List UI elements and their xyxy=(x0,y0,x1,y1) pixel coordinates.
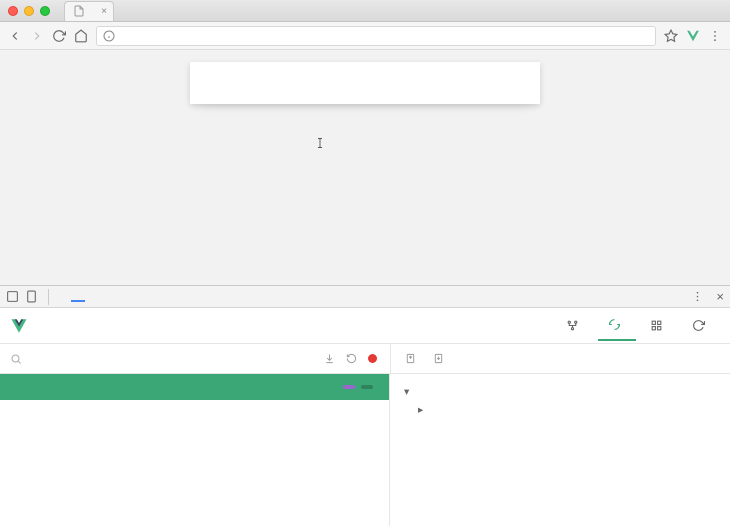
address-bar[interactable] xyxy=(96,26,656,46)
devtools-tabs: × xyxy=(0,286,730,308)
page-icon xyxy=(73,5,85,17)
close-tab-icon[interactable]: × xyxy=(101,6,107,17)
close-devtools-icon[interactable]: × xyxy=(716,289,724,304)
text-cursor-icon xyxy=(314,136,326,150)
commit-all-button[interactable] xyxy=(324,353,338,364)
mutations-list xyxy=(0,374,390,526)
components-icon xyxy=(566,319,579,332)
download-icon xyxy=(324,353,335,364)
devtools-tab-profiles[interactable] xyxy=(151,293,165,301)
todo-input-container xyxy=(190,62,540,104)
menu-icon[interactable] xyxy=(708,29,722,43)
device-icon[interactable] xyxy=(25,290,38,303)
minimize-window-button[interactable] xyxy=(24,6,34,16)
search-icon xyxy=(10,353,22,365)
info-icon[interactable] xyxy=(103,30,115,42)
forward-icon[interactable] xyxy=(30,29,44,43)
devtools-tab-security[interactable] xyxy=(183,293,197,301)
state-root[interactable]: ▾ xyxy=(404,384,716,402)
mutations-toolbar xyxy=(0,344,730,374)
vue-nav xyxy=(556,310,720,341)
devtools-tab-elements[interactable] xyxy=(55,293,69,301)
star-icon[interactable] xyxy=(664,29,678,43)
maximize-window-button[interactable] xyxy=(40,6,50,16)
state-inspector: ▾ ▸ xyxy=(390,374,730,526)
vue-extension-icon[interactable] xyxy=(686,29,700,43)
revert-all-button[interactable] xyxy=(346,353,360,364)
vue-nav-events[interactable] xyxy=(640,310,678,341)
reload-icon[interactable] xyxy=(52,29,66,43)
browser-tab[interactable]: × xyxy=(64,1,114,21)
import-button[interactable] xyxy=(433,353,447,364)
record-icon xyxy=(368,354,377,363)
devtools-tab-network[interactable] xyxy=(119,293,133,301)
vue-nav-vuex[interactable] xyxy=(598,310,636,341)
revert-icon xyxy=(346,353,357,364)
inspected-badge xyxy=(343,385,355,389)
devtools-tab-sources[interactable] xyxy=(103,293,117,301)
devtools-tab-vue[interactable] xyxy=(71,292,85,302)
events-icon xyxy=(650,319,663,332)
devtools-tab-timeline[interactable] xyxy=(135,293,149,301)
more-icon[interactable] xyxy=(691,290,704,303)
vuex-icon xyxy=(608,318,621,331)
chevron-down-icon[interactable]: ▾ xyxy=(404,384,412,402)
divider xyxy=(48,289,49,305)
base-state-row[interactable] xyxy=(0,374,389,400)
state-todos[interactable]: ▸ xyxy=(404,402,716,420)
refresh-icon xyxy=(692,319,705,332)
devtools: × xyxy=(0,285,730,526)
vue-devtools-header xyxy=(0,308,730,344)
recording-indicator[interactable] xyxy=(368,354,380,363)
vue-nav-components[interactable] xyxy=(556,310,594,341)
address-right xyxy=(664,29,722,43)
todo-input[interactable] xyxy=(206,74,524,91)
devtools-panels: ▾ ▸ xyxy=(0,374,730,526)
browser-toolbar xyxy=(0,22,730,50)
vue-logo-icon xyxy=(10,317,28,335)
vue-nav-refresh[interactable] xyxy=(682,310,720,341)
export-icon xyxy=(405,353,416,364)
export-button[interactable] xyxy=(405,353,419,364)
devtools-tab-console[interactable] xyxy=(87,293,101,301)
active-badge xyxy=(361,385,373,389)
filter-mutations-input[interactable] xyxy=(30,353,316,365)
chevron-right-icon[interactable]: ▸ xyxy=(418,402,426,420)
page-content xyxy=(0,50,730,285)
import-icon xyxy=(433,353,444,364)
window-controls xyxy=(8,6,50,16)
home-icon[interactable] xyxy=(74,29,88,43)
back-icon[interactable] xyxy=(8,29,22,43)
devtools-tab-audits[interactable] xyxy=(199,293,213,301)
browser-titlebar: × xyxy=(0,0,730,22)
devtools-tab-redux[interactable] xyxy=(215,293,229,301)
inspect-icon[interactable] xyxy=(6,290,19,303)
close-window-button[interactable] xyxy=(8,6,18,16)
devtools-tab-application[interactable] xyxy=(167,293,181,301)
